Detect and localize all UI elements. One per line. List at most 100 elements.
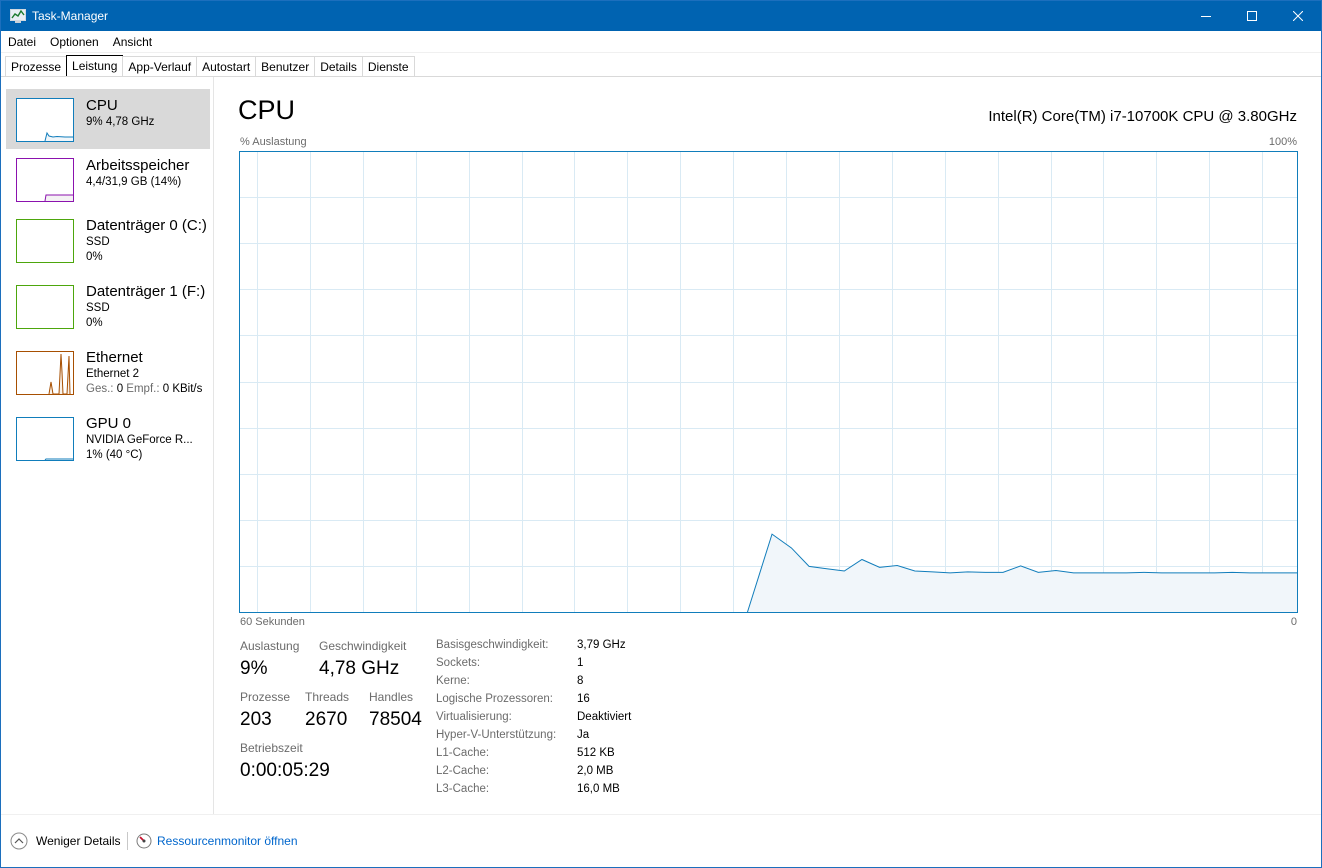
x-axis-left-label: 60 Sekunden [240, 616, 305, 628]
minimize-button[interactable] [1183, 1, 1229, 31]
auslastung-value: 9% [240, 658, 268, 679]
sidebar-item-detail: NVIDIA GeForce R... [86, 434, 193, 446]
info-value: 1 [577, 657, 584, 669]
disk-0-thumbnail [16, 219, 74, 263]
sidebar-item-gpu-0[interactable]: GPU 0 NVIDIA GeForce R... 1% (40 °C) [6, 407, 210, 467]
sidebar-item-title: Arbeitsspeicher [86, 157, 190, 174]
info-key: Basisgeschwindigkeit: [436, 639, 549, 651]
info-key: Logische Prozessoren: [436, 693, 553, 705]
info-value: 16 [577, 693, 590, 705]
sidebar-item-detail: 4,4/31,9 GB (14%) [86, 176, 182, 188]
disk-1-thumbnail [16, 285, 74, 329]
receive-value: 0 KBit/s [162, 383, 203, 395]
betriebszeit-label: Betriebszeit [240, 741, 303, 755]
prozesse-value: 203 [240, 709, 272, 730]
sidebar-item-detail-2: 0% [86, 251, 103, 263]
footer-bar: Weniger Details Ressourcenmonitor öffnen [1, 814, 1321, 867]
memory-thumbnail [16, 158, 74, 202]
handles-label: Handles [369, 690, 414, 704]
y-axis-max-label: 100% [1268, 136, 1297, 148]
cpu-usage-chart [239, 151, 1298, 613]
info-value: 512 KB [577, 747, 615, 759]
info-key: Sockets: [436, 657, 481, 669]
geschwindigkeit-value: 4,78 GHz [319, 658, 400, 679]
sidebar-item-title: Datenträger 1 (F:) [86, 283, 206, 300]
info-value: 3,79 GHz [577, 639, 626, 651]
maximize-icon [1247, 11, 1257, 21]
sidebar-item-detail: SSD [86, 302, 110, 314]
threads-label: Threads [305, 690, 350, 704]
less-details-label: Weniger Details [36, 834, 121, 848]
resource-monitor-label: Ressourcenmonitor öffnen [157, 834, 298, 848]
close-icon [1293, 11, 1303, 21]
tab-leistung[interactable]: Leistung [66, 55, 124, 76]
resource-monitor-icon [136, 833, 152, 849]
ethernet-thumbnail [16, 351, 74, 395]
cpu-thumbnail [16, 98, 74, 142]
sidebar-item-disk-1[interactable]: Datenträger 1 (F:) SSD 0% [6, 275, 210, 335]
info-value: Deaktiviert [577, 711, 632, 723]
x-axis-right-label: 0 [1290, 616, 1297, 628]
cpu-usage-chart-svg [239, 151, 1298, 613]
info-value: 16,0 MB [577, 783, 620, 795]
close-button[interactable] [1275, 1, 1321, 31]
info-value: 2,0 MB [577, 765, 614, 777]
info-value: 8 [577, 675, 584, 687]
minimize-icon [1201, 16, 1211, 17]
handles-value: 78504 [369, 709, 422, 730]
info-value: Ja [577, 729, 590, 741]
menu-bar: Datei Optionen Ansicht [1, 31, 1321, 53]
menu-ansicht[interactable]: Ansicht [106, 35, 159, 49]
tab-autostart[interactable]: Autostart [196, 56, 257, 76]
send-value: 0 [116, 383, 124, 395]
sidebar-item-detail: Ethernet 2 [86, 368, 140, 380]
threads-value: 2670 [305, 709, 348, 730]
info-key: L2-Cache: [436, 765, 490, 777]
sidebar-item-detail: SSD [86, 236, 110, 248]
tab-benutzer[interactable]: Benutzer [255, 56, 316, 76]
menu-datei[interactable]: Datei [1, 35, 43, 49]
tab-dienste[interactable]: Dienste [361, 56, 415, 76]
menu-optionen[interactable]: Optionen [43, 35, 106, 49]
prozesse-label: Prozesse [240, 690, 291, 704]
chevron-up-circle-icon [10, 832, 28, 850]
sidebar-item-detail-2: 0% [86, 317, 103, 329]
receive-label: Empf.: [126, 383, 160, 395]
performance-sidebar: CPU 9% 4,78 GHz Arbeitsspeicher 4,4/31,9… [1, 77, 214, 814]
less-details-button[interactable]: Weniger Details [10, 815, 120, 867]
sidebar-item-title: GPU 0 [86, 415, 132, 432]
sidebar-item-detail-2: 1% (40 °C) [86, 449, 143, 461]
gpu-thumbnail [16, 417, 74, 461]
info-key: Kerne: [436, 675, 470, 687]
tab-app-verlauf[interactable]: App-Verlauf [122, 56, 198, 76]
info-key: L3-Cache: [436, 783, 490, 795]
task-manager-window: Task-Manager Datei Optionen Ansicht Proz… [0, 0, 1322, 868]
send-label: Ges.: [86, 383, 114, 395]
sidebar-item-title: CPU [86, 97, 118, 114]
tab-details[interactable]: Details [314, 56, 363, 76]
sidebar-item-detail: 9% 4,78 GHz [86, 116, 155, 128]
sidebar-item-disk-0[interactable]: Datenträger 0 (C:) SSD 0% [6, 209, 210, 269]
task-manager-icon [10, 9, 26, 23]
sidebar-item-memory[interactable]: Arbeitsspeicher 4,4/31,9 GB (14%) [6, 149, 210, 209]
resource-monitor-link[interactable]: Ressourcenmonitor öffnen [136, 815, 298, 867]
betriebszeit-value: 0:00:05:29 [240, 760, 330, 781]
window-title: Task-Manager [32, 9, 109, 23]
info-key: Virtualisierung: [436, 711, 512, 723]
info-key: Hyper-V-Unterstützung: [436, 729, 557, 741]
sidebar-item-cpu[interactable]: CPU 9% 4,78 GHz [6, 89, 210, 149]
tab-prozesse[interactable]: Prozesse [5, 56, 68, 76]
sidebar-item-detail-2: Ges.: 0 Empf.: 0 KBit/s [86, 383, 202, 395]
auslastung-label: Auslastung [240, 639, 300, 653]
sidebar-item-title: Datenträger 0 (C:) [86, 217, 207, 234]
page-title: CPU [238, 95, 296, 125]
maximize-button[interactable] [1229, 1, 1275, 31]
tab-bar: Prozesse Leistung App-Verlauf Autostart … [1, 54, 1321, 77]
cpu-model: Intel(R) Core(TM) i7-10700K CPU @ 3.80GH… [988, 108, 1297, 125]
geschwindigkeit-label: Geschwindigkeit [319, 639, 407, 653]
title-bar[interactable]: Task-Manager [1, 1, 1321, 31]
y-axis-label: % Auslastung [240, 136, 307, 148]
footer-separator [127, 832, 128, 850]
info-key: L1-Cache: [436, 747, 490, 759]
sidebar-item-ethernet[interactable]: Ethernet Ethernet 2 Ges.: 0 Empf.: 0 KBi… [6, 341, 210, 401]
